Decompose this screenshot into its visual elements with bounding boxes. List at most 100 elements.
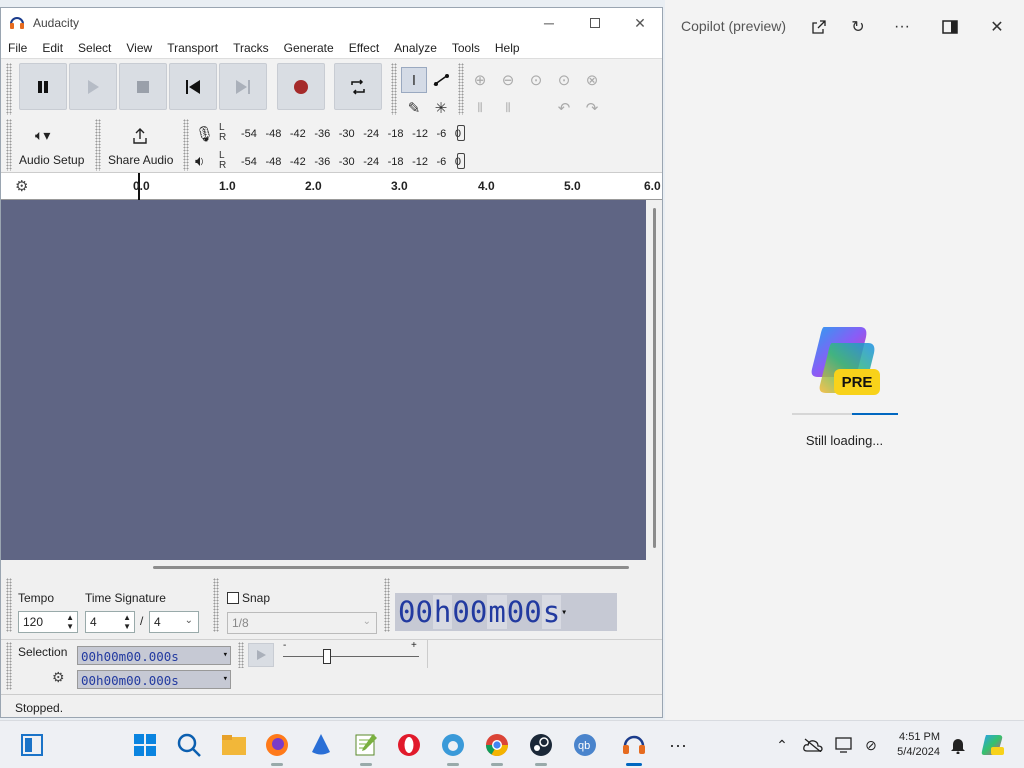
recording-level-slider[interactable] [457, 125, 465, 141]
tempo-input[interactable]: 120 ▲ ▼ [18, 611, 78, 633]
notepad-plus-icon[interactable] [350, 729, 382, 766]
menu-view[interactable]: View [118, 41, 159, 55]
selection-start-time[interactable]: 00h00m00.000s ▾ [77, 646, 231, 665]
more-options-icon[interactable]: ··· [888, 14, 916, 40]
draw-tool-icon[interactable]: ✎ [401, 95, 427, 121]
skip-to-end-button[interactable] [219, 63, 267, 110]
search-icon[interactable] [173, 729, 205, 761]
copilot-taskbar-icon[interactable] [977, 729, 1009, 761]
audacity-taskbar-icon[interactable] [618, 729, 650, 766]
redo-icon[interactable]: ↷ [579, 95, 605, 121]
track-area[interactable] [1, 200, 646, 560]
toolbar-grip[interactable] [213, 578, 219, 632]
recording-meter[interactable]: LR -54 -48 -42 -36 -30 -24 -18 -12 -6 0 [219, 123, 467, 145]
onedrive-icon[interactable] [797, 729, 829, 761]
toolbar-grip[interactable] [183, 119, 189, 171]
zoom-selection-icon[interactable]: ⊙ [523, 67, 549, 93]
maximize-button[interactable] [572, 8, 618, 38]
toolbar-grip[interactable] [6, 119, 12, 171]
selection-end-time[interactable]: 00h00m00.000s ▾ [77, 670, 231, 689]
stop-button[interactable] [119, 63, 167, 110]
more-apps-icon[interactable]: ··· [662, 729, 694, 761]
menu-transport[interactable]: Transport [159, 41, 225, 55]
undo-icon[interactable]: ↶ [551, 95, 577, 121]
steam-icon[interactable] [525, 729, 557, 766]
trim-audio-icon[interactable]: ⫼ [467, 95, 493, 121]
time-signature-numerator[interactable]: 4 ▲ ▼ [85, 611, 135, 633]
chevron-up-icon[interactable]: ⌃ [766, 729, 798, 761]
horizontal-scrollbar[interactable] [153, 566, 629, 569]
chrome-icon[interactable] [481, 729, 513, 766]
loop-button[interactable] [334, 63, 382, 110]
refresh-icon[interactable]: ↻ [844, 14, 872, 40]
minimize-button[interactable]: ─ [526, 8, 572, 38]
file-explorer-icon[interactable] [218, 729, 250, 761]
skip-to-start-button[interactable] [169, 63, 217, 110]
toolbar-grip[interactable] [458, 63, 464, 115]
zoom-fit-icon[interactable]: ⊙ [551, 67, 577, 93]
menu-tracks[interactable]: Tracks [225, 41, 276, 55]
edge-browser-icon[interactable] [437, 729, 469, 766]
snap-dropdown[interactable]: 1/8 ⌄ [227, 612, 377, 634]
opera-icon[interactable] [393, 729, 425, 761]
menu-effect[interactable]: Effect [341, 41, 386, 55]
toolbar-grip[interactable] [384, 578, 390, 632]
toolbar-grip[interactable] [238, 642, 244, 668]
speed-slider-track[interactable] [283, 656, 419, 657]
network-status-icon[interactable]: ⊘ [855, 729, 887, 761]
system-clock[interactable]: 4:51 PM 5/4/2024 [897, 730, 940, 760]
loading-text: Still loading... [805, 433, 884, 448]
vertical-scrollbar[interactable] [653, 208, 656, 548]
silence-audio-icon[interactable]: ⫼ [495, 95, 521, 121]
pause-button[interactable] [19, 63, 67, 110]
toolbar-grip[interactable] [95, 119, 101, 171]
menu-file[interactable]: File [1, 41, 34, 55]
zoom-in-icon[interactable]: ⊕ [467, 67, 493, 93]
qbittorrent-icon[interactable]: qb [569, 729, 601, 761]
play-button[interactable] [69, 63, 117, 110]
firefox-icon[interactable] [261, 729, 293, 766]
menu-analyze[interactable]: Analyze [386, 41, 444, 55]
playback-meter[interactable]: LR -54 -48 -42 -36 -30 -24 -18 -12 -6 0 [219, 151, 467, 173]
selection-tool-icon[interactable]: I [401, 67, 427, 93]
envelope-tool-icon[interactable] [428, 67, 454, 93]
menu-help[interactable]: Help [487, 41, 527, 55]
playback-meter-scale: -54 -48 -42 -36 -30 -24 -18 -12 -6 0 [241, 156, 461, 168]
speed-slider-thumb[interactable] [323, 649, 331, 664]
toolbar-grip[interactable] [6, 642, 12, 690]
toolbar-grip[interactable] [6, 63, 12, 115]
menu-generate[interactable]: Generate [276, 41, 341, 55]
zoom-out-icon[interactable]: ⊖ [495, 67, 521, 93]
menu-select[interactable]: Select [70, 41, 118, 55]
open-external-icon[interactable] [805, 14, 833, 40]
checkbox-box[interactable] [227, 592, 239, 604]
selection-settings-gear-icon[interactable]: ⚙ [52, 669, 65, 686]
widgets-icon[interactable] [16, 729, 48, 761]
play-at-speed-button[interactable] [248, 643, 274, 667]
playback-level-slider[interactable] [457, 153, 465, 169]
multi-tool-icon[interactable]: ✳ [428, 95, 454, 121]
time-display[interactable]: 00 h 00 m 00 s ▾ [395, 593, 617, 631]
close-icon[interactable]: ✕ [983, 14, 1011, 40]
menu-tools[interactable]: Tools [444, 41, 487, 55]
share-audio-button[interactable]: Share Audio [103, 121, 179, 171]
playback-speaker-icon[interactable]: 🔉︎ [195, 153, 204, 170]
time-signature-denominator[interactable]: 4 ⌄ [149, 611, 199, 633]
audio-setup-button[interactable]: 🔈︎▾ Audio Setup [15, 121, 89, 171]
chevron-down-icon[interactable]: ▾ [561, 607, 567, 618]
close-button[interactable]: ✕ [617, 8, 662, 38]
audacity-titlebar[interactable]: Audacity ─ ✕ [1, 8, 662, 38]
snap-checkbox[interactable]: Snap [227, 591, 270, 605]
toolbar-grip[interactable] [6, 578, 12, 632]
zoom-toggle-icon[interactable]: ⊗ [579, 67, 605, 93]
microphone-icon[interactable]: 🎙︎ [195, 125, 214, 143]
record-button[interactable] [277, 63, 325, 110]
toolbar-grip[interactable] [391, 63, 397, 115]
app-shark-icon[interactable] [305, 729, 337, 761]
notification-bell-icon[interactable] [942, 729, 974, 761]
menu-edit[interactable]: Edit [34, 41, 70, 55]
timeline-ruler[interactable]: ⚙ 0.0 1.0 2.0 3.0 4.0 5.0 6.0 [1, 172, 662, 201]
dock-panel-icon[interactable] [936, 14, 964, 40]
start-windows-icon[interactable] [129, 729, 161, 761]
timeline-settings-gear-icon[interactable]: ⚙ [15, 177, 28, 195]
